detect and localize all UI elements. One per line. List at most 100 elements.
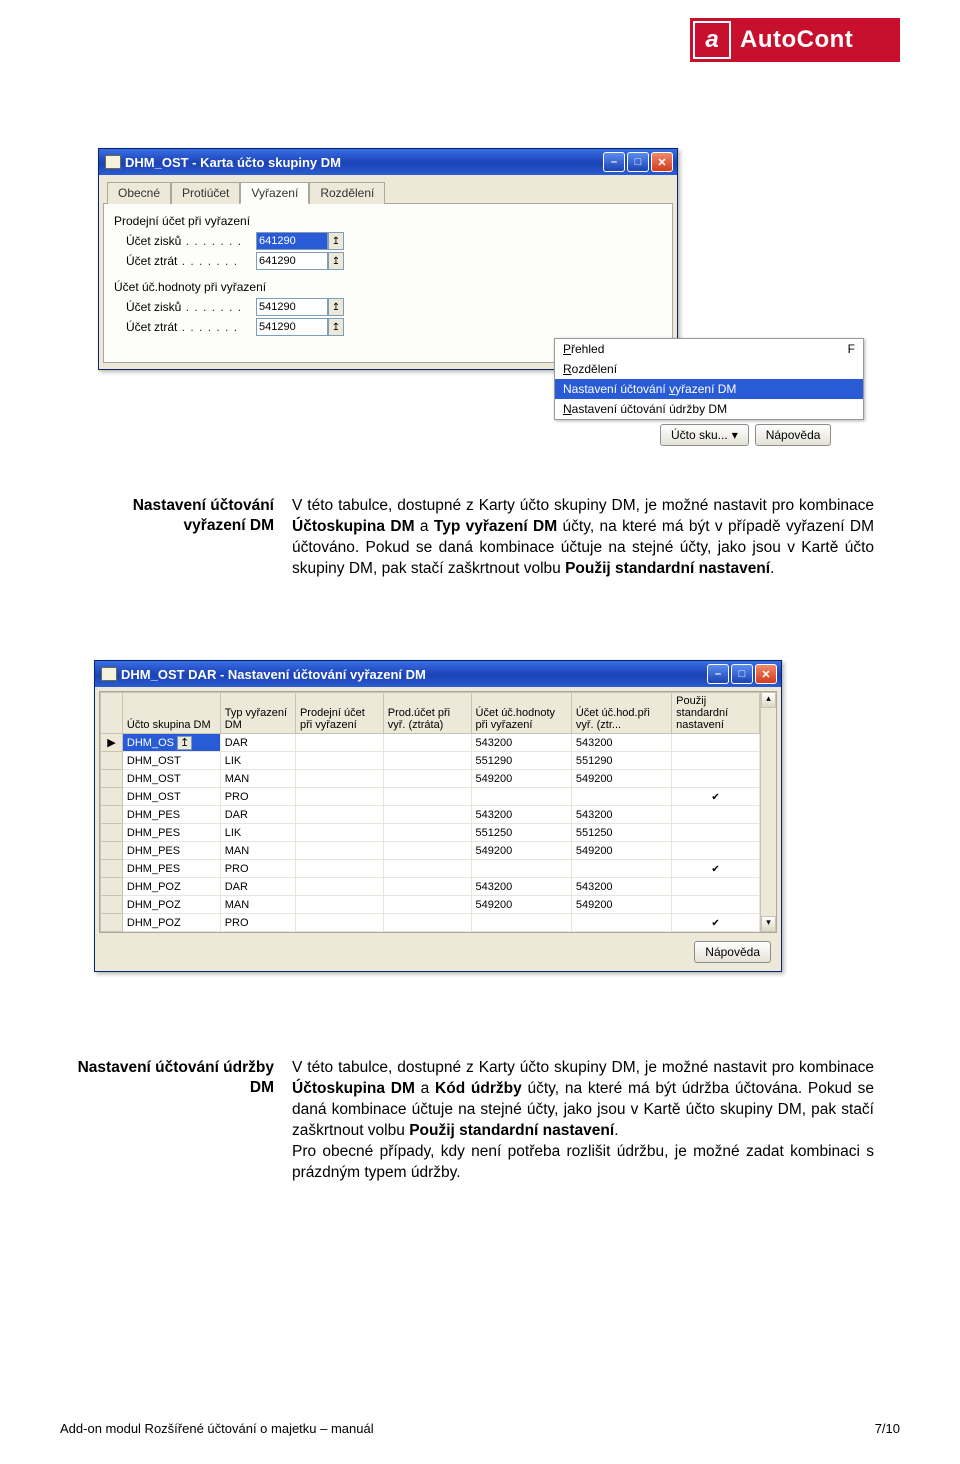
cell-checkbox[interactable] (672, 770, 760, 788)
cell[interactable]: LIK (220, 824, 295, 842)
table-row[interactable]: DHM_PESDAR543200543200 (101, 806, 760, 824)
menu-prehled[interactable]: Přehled F (555, 339, 863, 359)
cell[interactable] (383, 878, 471, 896)
cell-checkbox[interactable] (672, 860, 760, 878)
cell[interactable]: 551290 (571, 752, 671, 770)
table-row[interactable]: DHM_PESMAN549200549200 (101, 842, 760, 860)
lookup-button[interactable]: ↥ (328, 232, 344, 250)
scroll-down-icon[interactable]: ▾ (761, 916, 776, 932)
cell[interactable]: 543200 (471, 734, 571, 752)
cell[interactable]: MAN (220, 842, 295, 860)
cell[interactable]: 551290 (471, 752, 571, 770)
cell[interactable] (383, 860, 471, 878)
table-row[interactable]: ▶DHM_OS ↥DAR543200543200 (101, 734, 760, 752)
cell[interactable]: 551250 (571, 824, 671, 842)
cell-checkbox[interactable] (672, 914, 760, 932)
cell[interactable] (383, 806, 471, 824)
col-prod-ucet-ztrata[interactable]: Prod.účet při vyř. (ztráta) (383, 693, 471, 734)
lookup-button[interactable]: ↥ (328, 252, 344, 270)
cell[interactable] (383, 770, 471, 788)
cell[interactable] (295, 770, 383, 788)
tab-rozdeleni[interactable]: Rozdělení (309, 182, 385, 204)
cell[interactable] (295, 752, 383, 770)
cell[interactable] (295, 878, 383, 896)
lookup-button[interactable]: ↥ (328, 298, 344, 316)
cell[interactable] (295, 860, 383, 878)
help-button[interactable]: Nápověda (755, 424, 832, 446)
cell-checkbox[interactable] (672, 788, 760, 806)
table-row[interactable]: DHM_PESPRO (101, 860, 760, 878)
cell[interactable]: DHM_OST (122, 788, 220, 806)
cell[interactable]: LIK (220, 752, 295, 770)
cell[interactable] (295, 806, 383, 824)
cell[interactable] (571, 788, 671, 806)
scroll-up-icon[interactable]: ▴ (761, 692, 776, 708)
cell-checkbox[interactable] (672, 878, 760, 896)
cell[interactable] (383, 788, 471, 806)
table-row[interactable]: DHM_POZMAN549200549200 (101, 896, 760, 914)
cell[interactable]: DHM_POZ (122, 896, 220, 914)
data-grid[interactable]: Účto skupina DM Typ vyřazení DM Prodejní… (99, 691, 777, 933)
cell[interactable] (383, 734, 471, 752)
titlebar[interactable]: DHM_OST - Karta účto skupiny DM – □ ✕ (99, 149, 677, 175)
tab-vyrazeni[interactable]: Vyřazení (240, 182, 309, 204)
cell[interactable]: 543200 (471, 878, 571, 896)
cell[interactable] (383, 914, 471, 932)
table-row[interactable]: DHM_OSTMAN549200549200 (101, 770, 760, 788)
cell[interactable] (471, 914, 571, 932)
cell[interactable] (471, 860, 571, 878)
cell[interactable]: 551250 (471, 824, 571, 842)
cell[interactable] (295, 734, 383, 752)
cell[interactable] (295, 842, 383, 860)
cell[interactable]: DAR (220, 806, 295, 824)
cell[interactable] (383, 824, 471, 842)
col-typ-vyrazeni[interactable]: Typ vyřazení DM (220, 693, 295, 734)
table-row[interactable]: DHM_POZDAR543200543200 (101, 878, 760, 896)
input-gain2[interactable] (256, 298, 328, 316)
cell[interactable]: DHM_POZ (122, 914, 220, 932)
input-loss2[interactable] (256, 318, 328, 336)
cell[interactable] (295, 896, 383, 914)
tab-obecne[interactable]: Obecné (107, 182, 171, 204)
cell[interactable]: MAN (220, 896, 295, 914)
cell-checkbox[interactable] (672, 806, 760, 824)
ucto-sku-button[interactable]: Účto sku...▾ (660, 424, 749, 446)
cell-checkbox[interactable] (672, 734, 760, 752)
menu-nastaveni-udrzby[interactable]: Nastavení účtování údržby DM (555, 399, 863, 419)
input-loss1[interactable] (256, 252, 328, 270)
cell[interactable] (383, 842, 471, 860)
cell-checkbox[interactable] (672, 824, 760, 842)
cell[interactable]: 543200 (571, 734, 671, 752)
cell[interactable]: 543200 (571, 806, 671, 824)
tab-protiucet[interactable]: Protiúčet (171, 182, 240, 204)
lookup-button[interactable]: ↥ (328, 318, 344, 336)
cell[interactable]: DHM_PES (122, 860, 220, 878)
col-ucet-hodnoty[interactable]: Účet úč.hodnoty při vyřazení (471, 693, 571, 734)
cell[interactable]: DHM_PES (122, 824, 220, 842)
cell[interactable]: DHM_OST (122, 770, 220, 788)
menu-nastaveni-vyrazeni[interactable]: Nastavení účtování vyřazení DM (555, 379, 863, 399)
cell[interactable]: 543200 (571, 878, 671, 896)
table-row[interactable]: DHM_OSTPRO (101, 788, 760, 806)
table-row[interactable]: DHM_POZPRO (101, 914, 760, 932)
cell[interactable] (295, 788, 383, 806)
cell-checkbox[interactable] (672, 842, 760, 860)
maximize-button[interactable]: □ (731, 664, 753, 684)
cell[interactable]: PRO (220, 788, 295, 806)
cell[interactable] (383, 896, 471, 914)
titlebar[interactable]: DHM_OST DAR - Nastavení účtování vyřazen… (95, 661, 781, 687)
cell[interactable]: DHM_PES (122, 806, 220, 824)
cell[interactable]: DAR (220, 734, 295, 752)
cell[interactable] (571, 914, 671, 932)
cell-checkbox[interactable] (672, 752, 760, 770)
cell[interactable]: DHM_OS ↥ (122, 734, 220, 752)
cell[interactable]: DHM_PES (122, 842, 220, 860)
table-row[interactable]: DHM_OSTLIK 551290551290 (101, 752, 760, 770)
minimize-button[interactable]: – (707, 664, 729, 684)
cell[interactable] (295, 914, 383, 932)
col-pouzij-std[interactable]: Použij standardní nastavení (672, 693, 760, 734)
cell[interactable] (571, 860, 671, 878)
cell[interactable]: MAN (220, 770, 295, 788)
cell[interactable]: DAR (220, 878, 295, 896)
cell[interactable]: DHM_OST (122, 752, 220, 770)
